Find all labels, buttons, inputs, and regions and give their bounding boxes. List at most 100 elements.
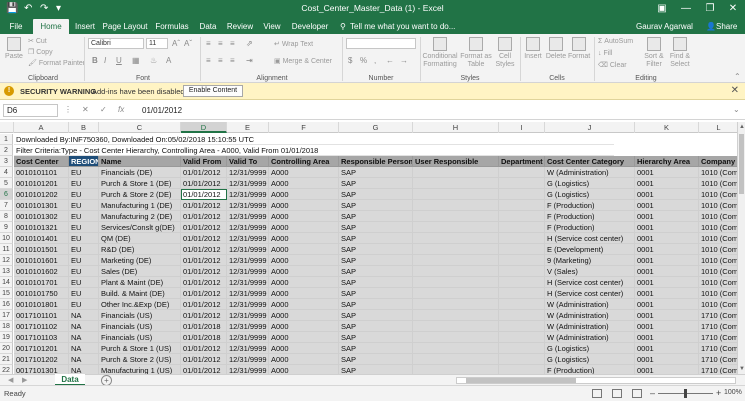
table-cell[interactable]: 9 (Marketing) xyxy=(545,255,635,266)
table-cell[interactable]: SAP xyxy=(339,255,413,266)
table-cell[interactable] xyxy=(413,178,499,189)
delete-cells-button[interactable]: Delete xyxy=(545,37,567,61)
table-cell[interactable]: 0010101401 xyxy=(14,233,69,244)
tab-formulas[interactable]: Formulas xyxy=(152,19,192,34)
table-cell[interactable]: 01/01/2012 xyxy=(181,244,227,255)
formula-input[interactable]: 01/01/2012 xyxy=(142,106,182,115)
table-cell[interactable]: G (Logistics) xyxy=(545,343,635,354)
table-cell[interactable]: W (Administration) xyxy=(545,167,635,178)
table-cell[interactable]: A000 xyxy=(269,310,339,321)
table-cell[interactable]: H (Service cost center) xyxy=(545,288,635,299)
row-header[interactable]: 1 xyxy=(0,134,13,145)
table-cell[interactable]: EU xyxy=(69,288,99,299)
column-header-b[interactable]: B xyxy=(69,122,99,133)
table-cell[interactable]: 01/01/2012 xyxy=(181,255,227,266)
table-cell[interactable]: A000 xyxy=(269,189,339,200)
table-cell[interactable]: 0001 xyxy=(635,365,699,374)
column-title-cell[interactable]: Name xyxy=(99,156,181,167)
table-cell[interactable] xyxy=(413,167,499,178)
decrease-decimal-icon[interactable]: → xyxy=(400,56,408,66)
table-cell[interactable]: 12/31/9999 xyxy=(227,189,269,200)
tell-me-input[interactable]: Tell me what you want to do... xyxy=(350,19,455,34)
table-cell[interactable]: NA xyxy=(69,321,99,332)
table-cell[interactable] xyxy=(499,332,545,343)
cut-button[interactable]: ✂ Cut xyxy=(28,37,47,46)
table-cell[interactable] xyxy=(413,365,499,374)
table-cell[interactable]: 0001 xyxy=(635,200,699,211)
table-cell[interactable]: E (Development) xyxy=(545,244,635,255)
insert-cells-button[interactable]: Insert xyxy=(522,37,544,61)
table-cell[interactable]: Purch & Store 1 (DE) xyxy=(99,178,181,189)
table-cell[interactable] xyxy=(413,200,499,211)
column-title-cell[interactable]: Cost Center Category xyxy=(545,156,635,167)
cell-styles-button[interactable]: Cell Styles xyxy=(494,37,516,69)
format-cells-button[interactable]: Format xyxy=(568,37,590,61)
row-header[interactable]: 13 xyxy=(0,266,13,277)
table-cell[interactable]: EU xyxy=(69,244,99,255)
table-cell[interactable]: 0001 xyxy=(635,288,699,299)
table-cell[interactable]: SAP xyxy=(339,343,413,354)
active-cell[interactable]: 01/01/2012 xyxy=(181,189,227,200)
table-cell[interactable]: Sales (DE) xyxy=(99,266,181,277)
tab-data[interactable]: Data xyxy=(196,19,220,34)
vertical-scrollbar[interactable]: ▲ ▼ xyxy=(737,122,745,374)
table-cell[interactable]: 01/01/2012 xyxy=(181,200,227,211)
worksheet-grid[interactable]: ABCDEFGHIJKL 1 Downloaded By:INF750360, D… xyxy=(0,122,737,374)
table-cell[interactable] xyxy=(499,167,545,178)
table-cell[interactable]: SAP xyxy=(339,288,413,299)
row-header[interactable]: 12 xyxy=(0,255,13,266)
increase-decimal-icon[interactable]: ← xyxy=(386,56,394,66)
bold-icon[interactable]: B xyxy=(92,56,98,66)
table-cell[interactable]: 1010 (Company xyxy=(699,200,737,211)
table-cell[interactable]: 1710 (Company xyxy=(699,365,737,374)
table-cell[interactable] xyxy=(413,266,499,277)
table-cell[interactable]: 1010 (Company xyxy=(699,244,737,255)
column-title-cell[interactable]: User Responsible xyxy=(413,156,499,167)
tab-page-layout[interactable]: Page Layout xyxy=(102,19,148,34)
row-header[interactable]: 19 xyxy=(0,332,13,343)
table-cell[interactable] xyxy=(413,321,499,332)
table-cell[interactable]: SAP xyxy=(339,244,413,255)
table-cell[interactable] xyxy=(413,299,499,310)
table-cell[interactable]: G (Logistics) xyxy=(545,354,635,365)
column-header-k[interactable]: K xyxy=(635,122,699,133)
column-title-cell[interactable]: Company Code xyxy=(699,156,737,167)
row-header[interactable]: 15 xyxy=(0,288,13,299)
table-cell[interactable]: 0010101301 xyxy=(14,200,69,211)
table-cell[interactable]: 12/31/9999 xyxy=(227,167,269,178)
table-cell[interactable] xyxy=(499,244,545,255)
table-cell[interactable] xyxy=(413,343,499,354)
expand-formula-bar-icon[interactable]: ⌄ xyxy=(733,105,740,114)
table-cell[interactable]: 1010 (Company xyxy=(699,288,737,299)
fill-color-icon[interactable]: ♨ xyxy=(150,56,157,66)
tab-insert[interactable]: Insert xyxy=(71,19,99,34)
column-header-e[interactable]: E xyxy=(227,122,269,133)
table-cell[interactable]: 01/01/2012 xyxy=(181,288,227,299)
row-header[interactable]: 20 xyxy=(0,343,13,354)
table-cell[interactable]: A000 xyxy=(269,167,339,178)
table-cell[interactable]: 01/01/2012 xyxy=(181,178,227,189)
table-cell[interactable]: W (Administration) xyxy=(545,299,635,310)
table-cell[interactable]: 0001 xyxy=(635,167,699,178)
column-title-cell[interactable]: Department xyxy=(499,156,545,167)
table-cell[interactable]: EU xyxy=(69,299,99,310)
table-cell[interactable]: EU xyxy=(69,277,99,288)
table-cell[interactable] xyxy=(499,299,545,310)
autosum-button[interactable]: Σ AutoSum xyxy=(598,37,633,46)
table-cell[interactable]: 0001 xyxy=(635,354,699,365)
tab-review[interactable]: Review xyxy=(224,19,256,34)
normal-view-icon[interactable] xyxy=(592,389,602,398)
table-cell[interactable] xyxy=(413,288,499,299)
table-cell[interactable]: Financials (DE) xyxy=(99,167,181,178)
name-box[interactable]: D6 xyxy=(3,104,58,117)
find-select-button[interactable]: Find & Select xyxy=(668,37,692,69)
table-cell[interactable]: NA xyxy=(69,332,99,343)
table-cell[interactable]: SAP xyxy=(339,233,413,244)
table-cell[interactable]: SAP xyxy=(339,200,413,211)
zoom-out-icon[interactable]: – xyxy=(650,388,655,398)
table-cell[interactable]: Financials (US) xyxy=(99,310,181,321)
table-cell[interactable] xyxy=(413,354,499,365)
table-cell[interactable]: Manufacturing 1 (DE) xyxy=(99,200,181,211)
table-cell[interactable]: Other Inc.&Exp (DE) xyxy=(99,299,181,310)
merge-center-button[interactable]: ▣ Merge & Center xyxy=(274,57,332,66)
